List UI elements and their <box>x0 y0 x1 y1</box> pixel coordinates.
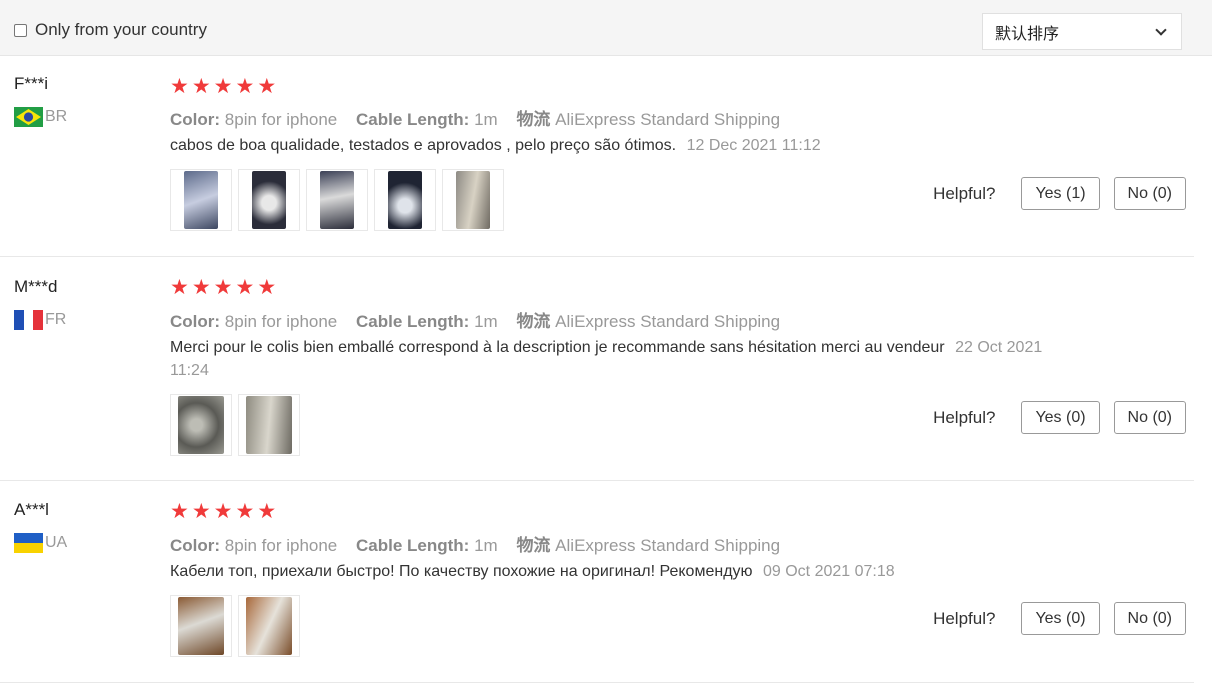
country-code: BR <box>45 108 68 125</box>
shipping-value: AliExpress Standard Shipping <box>555 312 781 331</box>
color-label: Color: <box>170 110 221 129</box>
buyer-name: F***i <box>14 74 49 93</box>
color-label: Color: <box>170 312 221 331</box>
length-label: Cable Length: <box>356 312 470 331</box>
brazil-flag-icon <box>14 107 43 127</box>
helpful-yes-button[interactable]: Yes (1) <box>1021 177 1100 210</box>
star-icon: ★ <box>170 500 189 523</box>
review-item: F***i BR ★ ★ ★ ★ ★ Color: 8pin for iphon… <box>0 56 1194 257</box>
helpful-label: Helpful? <box>933 608 996 628</box>
length-value: 1m <box>474 312 498 331</box>
star-icon: ★ <box>235 500 255 523</box>
star-icon: ★ <box>213 500 233 523</box>
star-icon: ★ <box>235 276 255 299</box>
sku-info: Color: 8pin for iphone Cable Length: 1m … <box>170 531 780 556</box>
review-item: M***d FR ★ ★ ★ ★ ★ Color: 8pin for iphon… <box>0 257 1194 481</box>
review-photos <box>170 595 306 657</box>
review-date: 12 Dec 2021 11:12 <box>686 137 821 154</box>
review-text: Кабели топ, приехали быстро! По качеству… <box>170 560 1070 583</box>
chevron-down-icon <box>1155 23 1167 36</box>
star-rating: ★ ★ ★ ★ ★ <box>170 277 279 298</box>
review-body: cabos de boa qualidade, testados e aprov… <box>170 137 677 154</box>
review-photo[interactable] <box>170 595 232 657</box>
review-text: Merci pour le colis bien emballé corresp… <box>170 336 1070 382</box>
star-icon: ★ <box>235 75 255 98</box>
review-photo[interactable] <box>306 169 368 231</box>
length-value: 1m <box>474 110 498 129</box>
color-value: 8pin for iphone <box>224 110 338 129</box>
helpful-vote: Helpful? Yes (1) No (0) <box>933 177 1186 210</box>
ukraine-flag-icon <box>14 533 43 553</box>
shipping-label: 物流 <box>516 110 551 129</box>
buyer-country: UA <box>14 533 67 553</box>
star-icon: ★ <box>170 276 189 299</box>
star-icon: ★ <box>257 75 277 98</box>
star-rating: ★ ★ ★ ★ ★ <box>170 501 279 522</box>
helpful-label: Helpful? <box>933 183 996 203</box>
review-photo[interactable] <box>170 169 232 231</box>
length-label: Cable Length: <box>356 536 470 555</box>
star-icon: ★ <box>213 276 233 299</box>
star-icon: ★ <box>191 500 211 523</box>
helpful-no-button[interactable]: No (0) <box>1113 401 1186 434</box>
buyer-country: BR <box>14 107 67 127</box>
sku-info: Color: 8pin for iphone Cable Length: 1m … <box>170 105 780 130</box>
shipping-value: AliExpress Standard Shipping <box>555 110 781 129</box>
star-icon: ★ <box>191 75 211 98</box>
filter-bar: Only from your country 默认排序 <box>0 0 1212 56</box>
sort-dropdown[interactable]: 默认排序 <box>982 13 1182 50</box>
star-icon: ★ <box>257 500 277 523</box>
helpful-no-button[interactable]: No (0) <box>1113 602 1186 635</box>
buyer-country: FR <box>14 310 66 330</box>
shipping-value: AliExpress Standard Shipping <box>555 536 781 555</box>
helpful-yes-button[interactable]: Yes (0) <box>1021 602 1100 635</box>
color-value: 8pin for iphone <box>224 312 338 331</box>
country-code: UA <box>45 534 68 551</box>
star-icon: ★ <box>191 276 211 299</box>
review-photo[interactable] <box>238 169 300 231</box>
shipping-label: 物流 <box>516 536 551 555</box>
review-photo[interactable] <box>238 595 300 657</box>
star-icon: ★ <box>257 276 277 299</box>
color-value: 8pin for iphone <box>224 536 338 555</box>
helpful-yes-button[interactable]: Yes (0) <box>1021 401 1100 434</box>
star-rating: ★ ★ ★ ★ ★ <box>170 76 279 97</box>
country-checkbox[interactable] <box>14 23 27 37</box>
review-item: A***l UA ★ ★ ★ ★ ★ Color: 8pin for iphon… <box>0 481 1194 683</box>
review-body: Кабели топ, приехали быстро! По качеству… <box>170 563 753 580</box>
buyer-name: A***l <box>14 500 49 519</box>
length-value: 1m <box>474 536 498 555</box>
buyer-name: M***d <box>14 277 58 296</box>
review-text: cabos de boa qualidade, testados e aprov… <box>170 134 1070 157</box>
shipping-label: 物流 <box>516 312 551 331</box>
helpful-vote: Helpful? Yes (0) No (0) <box>933 602 1186 635</box>
color-label: Color: <box>170 536 221 555</box>
star-icon: ★ <box>170 75 189 98</box>
review-photo[interactable] <box>374 169 436 231</box>
helpful-vote: Helpful? Yes (0) No (0) <box>933 401 1186 434</box>
sort-selected: 默认排序 <box>995 25 1060 43</box>
country-filter[interactable]: Only from your country <box>14 20 207 40</box>
helpful-label: Helpful? <box>933 407 996 427</box>
review-photo[interactable] <box>170 394 232 456</box>
france-flag-icon <box>14 310 43 330</box>
star-icon: ★ <box>213 75 233 98</box>
country-filter-label: Only from your country <box>35 20 207 39</box>
helpful-no-button[interactable]: No (0) <box>1113 177 1186 210</box>
review-body: Merci pour le colis bien emballé corresp… <box>170 339 945 356</box>
sku-info: Color: 8pin for iphone Cable Length: 1m … <box>170 307 780 332</box>
review-photos <box>170 394 306 456</box>
review-photos <box>170 169 510 231</box>
length-label: Cable Length: <box>356 110 470 129</box>
review-photo[interactable] <box>238 394 300 456</box>
review-date: 09 Oct 2021 07:18 <box>762 563 895 580</box>
review-photo[interactable] <box>442 169 504 231</box>
country-code: FR <box>45 311 67 328</box>
